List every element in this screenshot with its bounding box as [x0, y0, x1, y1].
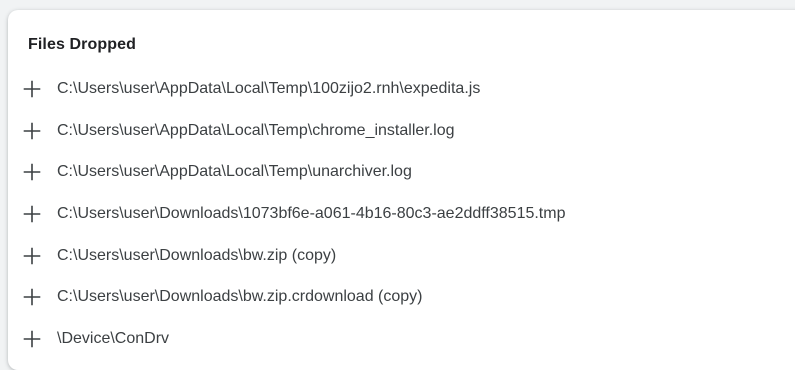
plus-icon[interactable]	[23, 246, 57, 266]
file-row[interactable]: C:\Users\user\Downloads\1073bf6e-a061-4b…	[8, 193, 795, 235]
file-row[interactable]: \Device\ConDrv	[8, 318, 795, 360]
file-path: C:\Users\user\Downloads\bw.zip (copy)	[57, 246, 337, 264]
file-row[interactable]: C:\Users\user\AppData\Local\Temp\chrome_…	[8, 110, 795, 152]
section-title: Files Dropped	[28, 36, 136, 53]
plus-icon[interactable]	[23, 162, 57, 182]
files-dropped-panel: Files Dropped C:\Users\user\AppData\Loca…	[8, 10, 795, 370]
file-row[interactable]: C:\Users\user\Downloads\bw.zip.crdownloa…	[8, 276, 795, 318]
plus-icon[interactable]	[23, 121, 57, 141]
plus-icon[interactable]	[23, 329, 57, 349]
file-row[interactable]: C:\Users\user\AppData\Local\Temp\100zijo…	[8, 68, 795, 110]
file-row[interactable]: C:\Users\user\AppData\Local\Temp\unarchi…	[8, 151, 795, 193]
file-path: C:\Users\user\AppData\Local\Temp\100zijo…	[57, 79, 481, 97]
plus-icon[interactable]	[23, 79, 57, 99]
file-path: \Device\ConDrv	[57, 329, 170, 347]
file-path: C:\Users\user\Downloads\1073bf6e-a061-4b…	[57, 204, 566, 222]
file-path: C:\Users\user\Downloads\bw.zip.crdownloa…	[57, 288, 423, 306]
file-path: C:\Users\user\AppData\Local\Temp\chrome_…	[57, 121, 455, 139]
plus-icon[interactable]	[23, 204, 57, 224]
file-row[interactable]: C:\Users\user\Downloads\bw.zip (copy)	[8, 235, 795, 277]
file-path: C:\Users\user\AppData\Local\Temp\unarchi…	[57, 163, 412, 181]
file-list: C:\Users\user\AppData\Local\Temp\100zijo…	[8, 68, 795, 360]
plus-icon[interactable]	[23, 287, 57, 307]
